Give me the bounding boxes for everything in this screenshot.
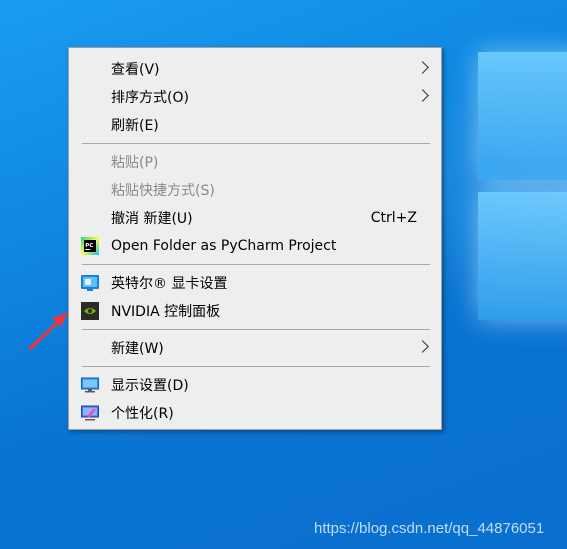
menu-item-intel-graphics[interactable]: 英特尔® 显卡设置 [69,269,441,297]
windows-logo-wallpaper [470,0,567,549]
menu-item-refresh[interactable]: 刷新(E) [69,111,441,139]
intel-graphics-icon [81,275,99,291]
menu-item-label: 排序方式(O) [111,90,189,106]
menu-item-label: 个性化(R) [111,406,174,422]
display-settings-icon [81,377,99,393]
menu-item-nvidia-control-panel[interactable]: NVIDIA 控制面板 [69,297,441,325]
desktop-context-menu: 查看(V) 排序方式(O) 刷新(E) 粘贴(P) 粘贴快捷方式(S) 撤消 新… [68,47,442,430]
svg-text:PC: PC [85,243,93,249]
menu-item-label: 撤消 新建(U) [111,211,193,227]
red-arrow-annotation [28,312,68,350]
windows-logo-pane-top [478,52,567,180]
menu-item-label: 显示设置(D) [111,378,189,394]
menu-item-display-settings[interactable]: 显示设置(D) [69,371,441,399]
menu-item-label: NVIDIA 控制面板 [111,304,221,320]
menu-separator [82,329,430,330]
nvidia-icon [81,302,99,320]
menu-item-label: 刷新(E) [111,118,159,134]
menu-item-paste-shortcut: 粘贴快捷方式(S) [69,176,441,204]
menu-separator [82,366,430,367]
menu-item-label: 查看(V) [111,62,160,78]
menu-item-label: 粘贴(P) [111,155,159,171]
menu-item-new[interactable]: 新建(W) [69,334,441,362]
menu-item-label: 新建(W) [111,341,164,357]
menu-item-label: 粘贴快捷方式(S) [111,183,215,199]
menu-separator [82,143,430,144]
chevron-right-icon [416,340,429,353]
chevron-right-icon [416,89,429,102]
menu-item-view[interactable]: 查看(V) [69,55,441,83]
menu-item-personalize[interactable]: 个性化(R) [69,399,441,427]
personalize-icon [81,405,99,421]
menu-item-sort-by[interactable]: 排序方式(O) [69,83,441,111]
menu-separator [82,264,430,265]
chevron-right-icon [416,61,429,74]
watermark-text: https://blog.csdn.net/qq_44876051 [314,520,545,537]
menu-item-label: 英特尔® 显卡设置 [111,276,228,292]
menu-item-shortcut: Ctrl+Z [370,210,417,226]
menu-item-open-pycharm[interactable]: PC Open Folder as PyCharm Project [69,232,441,260]
menu-item-label: Open Folder as PyCharm Project [111,238,337,254]
pycharm-icon: PC [81,237,99,255]
windows-logo-pane-bottom [478,192,567,320]
menu-item-paste: 粘贴(P) [69,148,441,176]
menu-item-undo-new[interactable]: 撤消 新建(U) Ctrl+Z [69,204,441,232]
